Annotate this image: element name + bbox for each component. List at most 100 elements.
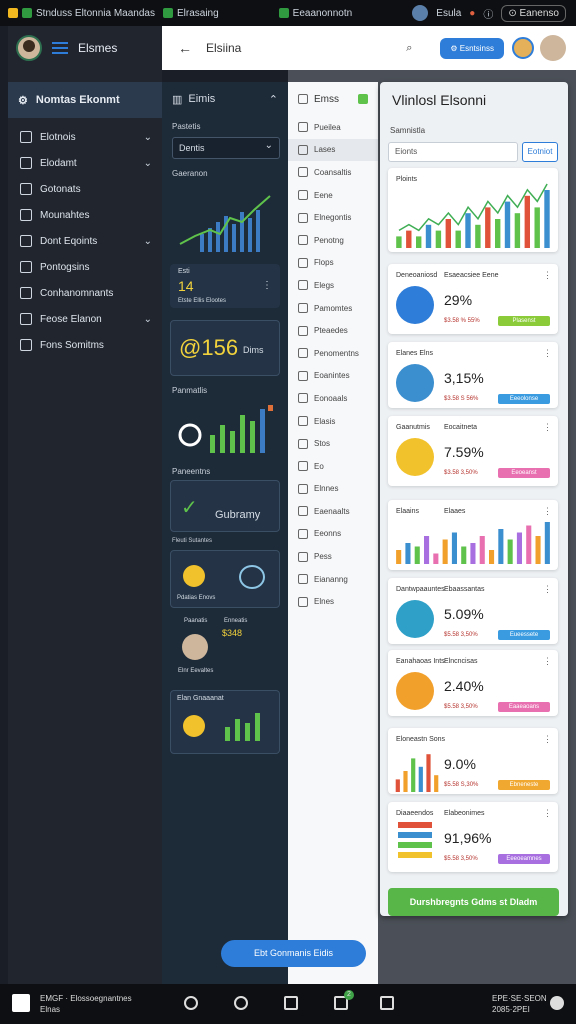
sidebar-item[interactable]: Gotonats — [8, 176, 162, 202]
list-item[interactable]: Elasis — [288, 410, 378, 433]
chevron-down-icon[interactable]: ⌄ — [144, 132, 152, 143]
person-card: Paanatis Enneatis $348 Elnr Eevaltes — [170, 614, 280, 684]
metric-card[interactable]: Diaaeendos Elabeonimes ⋮ 91,96% $5.58 3,50% E… — [388, 802, 558, 872]
list-item[interactable]: Coansaltis — [288, 161, 378, 184]
sidebar-item[interactable]: Elotnois ⌄ — [8, 124, 162, 150]
sidebar-item[interactable]: Dont Eqoints ⌄ — [8, 228, 162, 254]
sidebar-list: Elotnois ⌄ Elodamt ⌄ Gotonats Mounahtes Dont E… — [8, 124, 162, 358]
avatar[interactable] — [16, 35, 42, 61]
info-icon[interactable]: ⓘ — [483, 6, 493, 21]
list-item-label: Elegs — [314, 280, 335, 290]
summary-card[interactable]: ✓ Gubramy — [170, 480, 280, 532]
chevron-down-icon[interactable]: ⌄ — [144, 236, 152, 247]
list-item[interactable]: Eo — [288, 455, 378, 478]
list-item[interactable]: Eonoaals — [288, 387, 378, 410]
list-item[interactable]: Elegs — [288, 274, 378, 297]
panel-title: Eimis — [188, 93, 216, 105]
list-item[interactable]: Pteaedes — [288, 319, 378, 342]
list-item[interactable]: Eiananng — [288, 568, 378, 591]
copy-icon[interactable] — [380, 996, 394, 1010]
sidebar-item[interactable]: Fons Somitms — [8, 332, 162, 358]
list-item[interactable]: Eeonns — [288, 523, 378, 546]
primary-cta-button[interactable]: Durshbregnts Gdms st Dladm — [388, 888, 559, 916]
more-icon[interactable]: ⋮ — [543, 656, 552, 667]
chevron-down-icon[interactable]: ⌄ — [144, 314, 152, 325]
sidebar-item-label: Conhanomnants — [40, 287, 114, 299]
chart-label: Gaeranon — [172, 169, 208, 178]
system-tray-icon[interactable] — [550, 996, 564, 1010]
compass-icon[interactable] — [234, 996, 248, 1010]
more-icon[interactable]: ⋮ — [543, 348, 552, 359]
floating-action-button[interactable]: Ebt Gonmanis Eidis — [221, 940, 366, 967]
more-icon[interactable]: ⋮ — [543, 734, 552, 745]
header-action-button[interactable]: ⚙ Esntsinss — [440, 37, 504, 59]
back-arrow-icon[interactable]: ← — [178, 40, 192, 56]
more-icon[interactable]: ⋮ — [543, 422, 552, 433]
user-avatar[interactable] — [412, 5, 429, 21]
list-item[interactable]: Eoanintes — [288, 365, 378, 388]
sidebar-item[interactable]: Pontogsins — [8, 254, 162, 280]
bar — [225, 727, 230, 741]
wallet-icon[interactable] — [239, 565, 265, 589]
metric-card[interactable]: Elanes Elns ⋮ 3,15% $3.58 S 56% Eeeolonse — [388, 342, 558, 408]
sidebar-item[interactable]: Mounahtes — [8, 202, 162, 228]
list-item[interactable]: Pueilea — [288, 116, 378, 139]
sidebar-item-active[interactable]: ⚙ Nomtas Ekonmt — [8, 82, 162, 118]
metric-card[interactable]: Gaanutmis Eocaitneta ⋮ 7.59% $3.58 3,50% Eeoe… — [388, 416, 558, 486]
avatar-secondary[interactable] — [512, 37, 534, 59]
chart-card: Ploints — [388, 168, 558, 252]
metric-card[interactable]: Deneoaniosd Esaeacsiee Eene ⋮ 29% $3.58 % 55… — [388, 264, 558, 334]
filter-select[interactable]: Dentis — [172, 137, 280, 159]
avatar[interactable] — [540, 35, 566, 61]
list-item[interactable]: Elnes — [288, 590, 378, 613]
metric-card[interactable]: Eloneastn Sons ⋮ 9.0% $5.58 S,30% Ebneneste — [388, 728, 558, 794]
tab-third[interactable]: Eeaanonnotn — [278, 8, 352, 19]
bar — [396, 236, 402, 248]
list-item[interactable]: Elnnes — [288, 478, 378, 501]
sidebar-item[interactable]: Feose Elanon ⌄ — [8, 306, 162, 332]
tab-second[interactable]: Elrasaing — [162, 8, 219, 19]
notification-icon[interactable]: ● — [469, 8, 475, 19]
bar — [424, 536, 430, 564]
sidebar-item-icon — [20, 209, 32, 221]
more-icon[interactable]: ⋮ — [543, 808, 552, 819]
list-item[interactable]: Pess — [288, 545, 378, 568]
metric-card[interactable]: Elaains Elaaes ⋮ — [388, 500, 558, 570]
more-icon[interactable]: ⋮ — [543, 584, 552, 595]
list-item[interactable]: Eaenaalts — [288, 500, 378, 523]
tree-icon[interactable] — [12, 994, 30, 1012]
collapse-icon[interactable]: ⌃ — [269, 93, 278, 106]
list-item-icon — [298, 257, 308, 268]
menu-dots-icon[interactable]: ⋮ — [262, 280, 272, 291]
sidebar-item[interactable]: Conhanomnants — [8, 280, 162, 306]
bar — [405, 543, 411, 564]
bar — [260, 409, 265, 453]
book-icon[interactable] — [284, 996, 298, 1010]
bar — [442, 539, 448, 564]
list-item[interactable]: Pamomtes — [288, 297, 378, 320]
bar — [455, 230, 461, 248]
list-item[interactable]: Stos — [288, 432, 378, 455]
notification-badge: 2 — [344, 990, 354, 1000]
sidebar-item[interactable]: Elodamt ⌄ — [8, 150, 162, 176]
search-input[interactable]: Eionts — [388, 142, 518, 162]
more-icon[interactable]: ⋮ — [543, 270, 552, 281]
app-tab[interactable]: Stnduss Eltonnia Maandas — [8, 8, 155, 19]
metric-card[interactable]: Eanahaoas Ints Elncncisas ⋮ 2.40% $5.58 3,50… — [388, 650, 558, 716]
search-icon[interactable]: ⌕ — [406, 42, 412, 55]
chevron-down-icon[interactable]: ⌄ — [144, 158, 152, 169]
list-item[interactable]: Eene — [288, 184, 378, 207]
list-item[interactable]: Lases — [288, 138, 378, 162]
metric-card[interactable]: Dantwpaauntes Ebaassantas ⋮ 5.09% $5.58 3,50… — [388, 578, 558, 644]
list-item[interactable]: Elnegontis — [288, 206, 378, 229]
list-item[interactable]: Penomentns — [288, 342, 378, 365]
list-item[interactable]: Penotng — [288, 229, 378, 252]
list-item-label: Eeonns — [314, 529, 342, 539]
avatar[interactable] — [182, 634, 208, 660]
list-item[interactable]: Flops — [288, 252, 378, 275]
home-icon[interactable] — [184, 996, 198, 1010]
menu-icon[interactable] — [52, 42, 68, 54]
sidebar-item-label: Fons Somitms — [40, 339, 104, 351]
account-pill[interactable]: ⊙ Eanenso — [501, 4, 566, 22]
search-button[interactable]: Eotniot — [522, 142, 558, 162]
